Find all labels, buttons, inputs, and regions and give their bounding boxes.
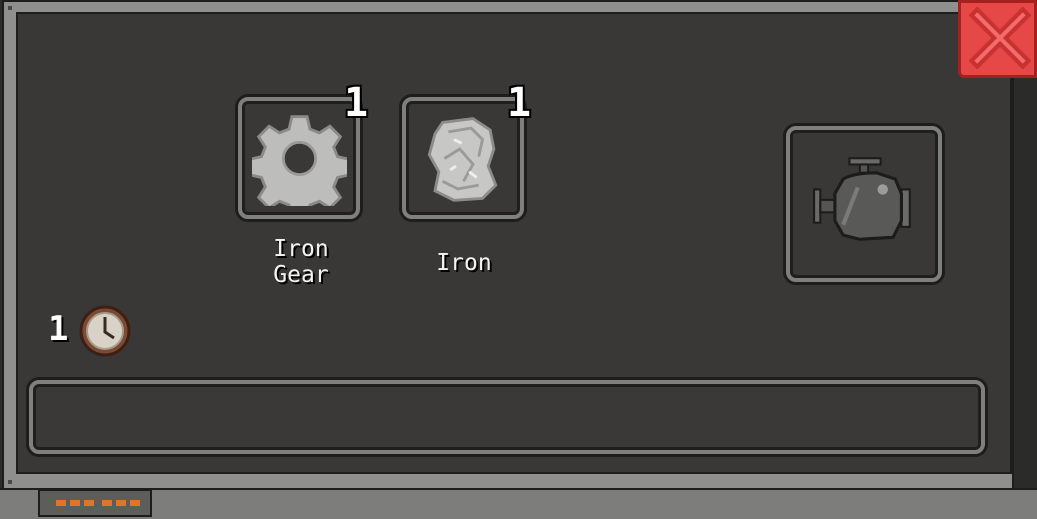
clock-icon — [79, 305, 131, 357]
close-icon — [969, 7, 1031, 69]
iron-ore-icon — [427, 117, 498, 202]
indicator-light — [130, 500, 140, 506]
output-slot[interactable] — [786, 126, 942, 282]
bottom-toolbar — [0, 488, 1037, 519]
ingredient-slot-iron-gear[interactable] — [238, 97, 360, 219]
ingredient-quantity: 1 — [507, 80, 532, 126]
indicator-light — [56, 500, 66, 506]
ingredient-label: Iron — [436, 250, 492, 276]
crafting-window: 1 Iron Gear 1 Iron 1 — [0, 0, 1037, 519]
close-button[interactable] — [958, 0, 1037, 78]
indicator-light — [116, 500, 126, 506]
gear-icon — [252, 115, 347, 206]
rivet — [8, 6, 12, 10]
crafting-progress-bar — [29, 380, 985, 454]
indicator-light — [70, 500, 80, 506]
ingredient-slot-iron[interactable] — [402, 97, 524, 219]
ingredient-quantity: 1 — [344, 80, 369, 126]
indicator-light — [102, 500, 112, 506]
craft-time-value: 1 — [48, 309, 69, 349]
rivet — [8, 480, 12, 484]
engine-icon — [813, 157, 911, 241]
indicator-light — [84, 500, 94, 506]
bottom-tab[interactable] — [38, 489, 152, 517]
ingredient-label: Iron Gear — [273, 236, 329, 288]
